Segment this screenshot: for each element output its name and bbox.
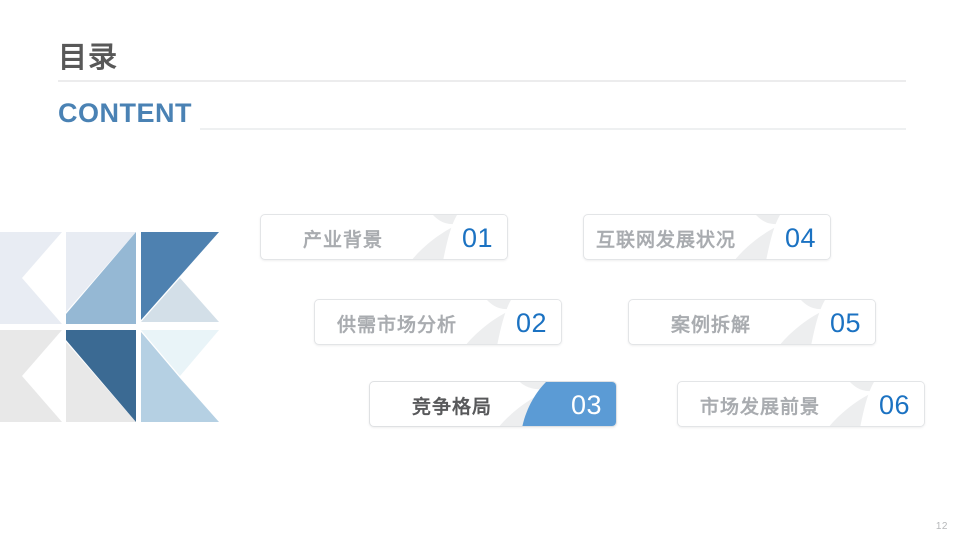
content-item-number: 02 [515, 307, 547, 338]
header-divider-top [58, 80, 906, 82]
content-item-label: 市场发展前景 [699, 396, 820, 418]
triangle-mosaic-decoration [0, 232, 220, 424]
content-item-number: 05 [829, 307, 861, 338]
content-item-01[interactable]: 产业背景 01 [260, 214, 508, 260]
page-title-en: CONTENT [58, 98, 192, 128]
page-title-cn: 目录 [58, 42, 119, 74]
slide-canvas: 目录 CONTENT 产业背景 01 供需市场分析 02 竞争格局 03 互联网… [0, 0, 960, 540]
content-item-number: 06 [878, 389, 910, 420]
content-item-02[interactable]: 供需市场分析 02 [314, 299, 562, 345]
content-item-label: 案例拆解 [670, 314, 751, 336]
content-item-03-active[interactable]: 竞争格局 03 [369, 381, 617, 427]
content-item-label: 供需市场分析 [336, 314, 457, 336]
page-number: 12 [935, 521, 948, 532]
content-item-04[interactable]: 互联网发展状况 04 [583, 214, 831, 260]
content-item-number: 03 [570, 389, 602, 420]
content-item-label: 产业背景 [302, 229, 383, 251]
content-item-number: 04 [784, 222, 816, 253]
content-item-05[interactable]: 案例拆解 05 [628, 299, 876, 345]
content-item-label: 互联网发展状况 [595, 229, 736, 251]
content-item-label: 竞争格局 [411, 396, 492, 418]
content-item-number: 01 [461, 222, 493, 253]
content-item-06[interactable]: 市场发展前景 06 [677, 381, 925, 427]
header-divider-bottom [200, 128, 906, 130]
